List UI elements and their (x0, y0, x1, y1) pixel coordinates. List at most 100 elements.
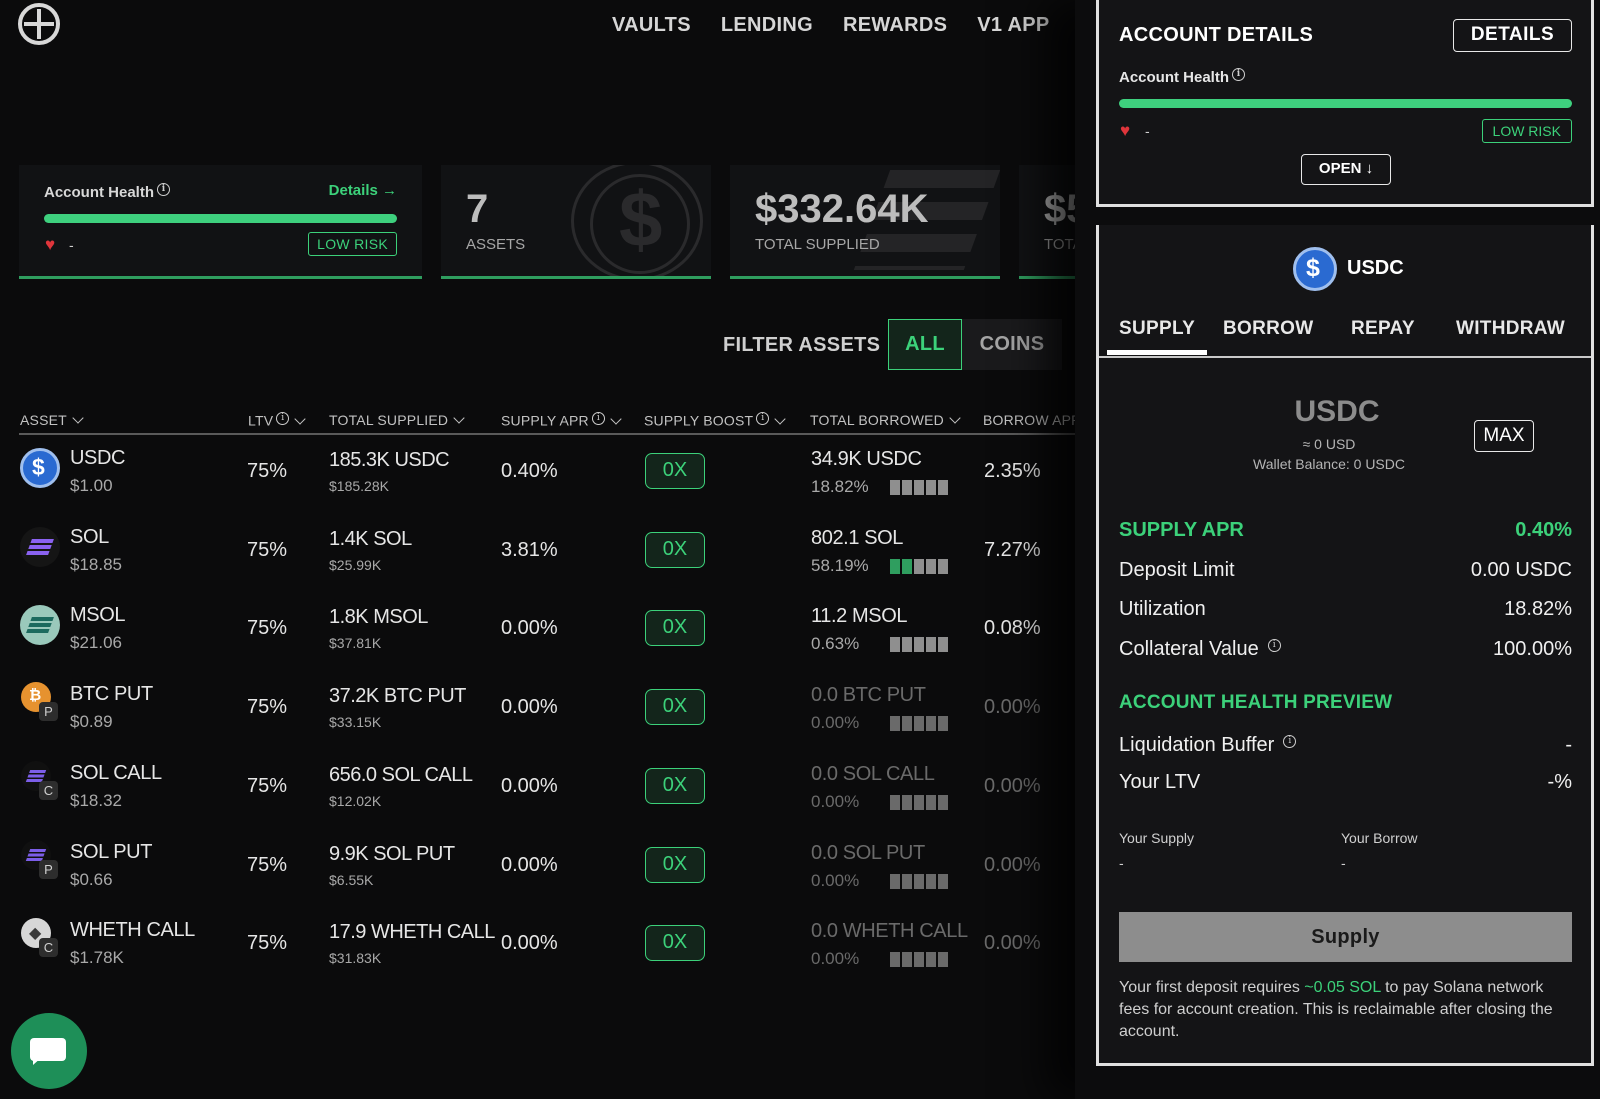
chevron-down-icon (610, 412, 622, 425)
tab-supply[interactable]: SUPPLY (1107, 318, 1208, 355)
table-header: ASSET LTV i TOTAL SUPPLIED SUPPLY APR i SU… (0, 412, 1081, 432)
total-borrowed-amount: 34.9K USDC (811, 448, 922, 470)
nav-lending[interactable]: LENDING (721, 14, 813, 37)
collateral-value-label: Collateral Value i (1119, 638, 1281, 661)
liquidation-buffer-value: - (1565, 734, 1572, 756)
health-value: - (1145, 123, 1150, 139)
supply-apr-value: 0.00% (501, 775, 558, 797)
utilization-segment (902, 795, 912, 810)
chevron-down-icon (949, 412, 961, 424)
utilization-bar (890, 952, 948, 967)
asset-name: SOL (70, 526, 109, 548)
health-bar (44, 214, 397, 223)
col-asset[interactable]: ASSET (20, 412, 84, 428)
ltv-value: 75% (247, 696, 288, 718)
table-row[interactable]: C SOL CALL $18.32 75% 656.0 SOL CALL $12.02K 0… (0, 752, 1075, 832)
asset-price: $1.00 (70, 476, 113, 495)
utilization-segment (914, 637, 924, 652)
utilization-segment (914, 874, 924, 889)
utilization-segment (926, 559, 936, 574)
top-nav: VAULTS LENDING REWARDS V1 APP DC (612, 14, 1109, 37)
utilization-label: Utilization (1119, 598, 1206, 620)
ltv-value: 75% (247, 539, 288, 561)
chat-icon[interactable] (11, 1013, 87, 1089)
table-row[interactable]: USDC $1.00 75% 185.3K USDC $185.28K 0.40% 0X 34… (0, 437, 1075, 517)
assets-label: ASSETS (466, 236, 526, 253)
utilization-segment (890, 716, 900, 731)
col-borrow-apr[interactable]: BORROW APR (983, 412, 1081, 428)
supply-apr-value: 3.81% (501, 539, 558, 561)
total-borrowed-amount: 0.0 WHETH CALL (811, 920, 968, 942)
total-supplied-usd: $12.02K (329, 793, 382, 809)
col-supply-boost[interactable]: SUPPLY BOOST i (644, 412, 786, 429)
total-supplied-usd: $37.81K (329, 635, 382, 651)
sol-icon (20, 527, 60, 567)
total-supplied-amount: 1.4K SOL (329, 528, 412, 550)
utilization-segment (938, 874, 948, 889)
tab-withdraw[interactable]: WITHDRAW (1456, 318, 1565, 340)
collateral-value-value: 100.00% (1493, 638, 1572, 660)
supply-boost-badge[interactable]: 0X (645, 689, 705, 725)
col-total-supplied[interactable]: TOTAL SUPPLIED (329, 412, 465, 428)
your-supply-label: Your Supply (1119, 830, 1194, 846)
tab-repay[interactable]: REPAY (1351, 318, 1415, 340)
col-supply-apr[interactable]: SUPPLY APR i (501, 412, 622, 429)
supply-boost-badge[interactable]: 0X (645, 768, 705, 804)
filter-coins-button[interactable]: COINS (962, 319, 1062, 370)
max-button[interactable]: MAX (1474, 420, 1534, 452)
total-supplied-usd: $25.99K (329, 557, 382, 573)
utilization-bar (890, 874, 948, 889)
supply-apr-row: SUPPLY APR 0.40% (1119, 519, 1572, 542)
table-header-divider (19, 433, 1075, 435)
liquidation-buffer-label-text: Liquidation Buffer (1119, 734, 1275, 756)
assets-card: 7 ASSETS (441, 165, 711, 279)
utilization-segment (938, 716, 948, 731)
utilization-segment (914, 480, 924, 495)
tab-borrow[interactable]: BORROW (1223, 318, 1313, 340)
nav-rewards[interactable]: REWARDS (843, 14, 947, 37)
health-bar (1119, 99, 1572, 108)
supply-button[interactable]: Supply (1119, 912, 1572, 962)
info-icon[interactable]: i (756, 412, 770, 425)
details-button[interactable]: DETAILS (1453, 19, 1572, 52)
table-row[interactable]: P BTC PUT $0.89 75% 37.2K BTC PUT $33.15K 0.00… (0, 673, 1075, 753)
col-total-borrowed[interactable]: TOTAL BORROWED (810, 412, 961, 428)
info-icon[interactable]: i (591, 412, 605, 425)
asset-name: SOL PUT (70, 841, 153, 863)
utilization-percent: 58.19% (811, 556, 869, 575)
col-ltv[interactable]: LTV i (248, 412, 306, 429)
info-icon[interactable]: i (1232, 68, 1246, 81)
msol-icon (20, 605, 60, 645)
total-borrowed-amount: 11.2 MSOL (811, 605, 908, 627)
info-icon[interactable]: i (157, 183, 171, 196)
table-row[interactable]: SOL $18.85 75% 1.4K SOL $25.99K 3.81% 0X 802.1 … (0, 516, 1075, 596)
chevron-down-icon (294, 412, 306, 425)
info-icon[interactable]: i (276, 412, 290, 425)
liquidation-buffer-label: Liquidation Buffer i (1119, 734, 1297, 757)
supply-boost-badge[interactable]: 0X (645, 532, 705, 568)
nav-vaults[interactable]: VAULTS (612, 14, 691, 37)
table-row[interactable]: C WHETH CALL $1.78K 75% 17.9 WHETH CALL $31.8… (0, 909, 1075, 989)
table-row[interactable]: P SOL PUT $0.66 75% 9.9K SOL PUT $6.55K 0.00% 0… (0, 831, 1075, 911)
logo-icon[interactable] (18, 3, 60, 45)
nav-v1-app[interactable]: V1 APP (977, 14, 1049, 37)
table-row[interactable]: MSOL $21.06 75% 1.8K MSOL $37.81K 0.00% 0X 11.2… (0, 594, 1075, 674)
supply-boost-badge[interactable]: 0X (645, 453, 705, 489)
info-icon[interactable]: i (1267, 639, 1281, 653)
your-ltv-value: -% (1547, 771, 1572, 793)
details-link[interactable]: Details → (329, 182, 397, 199)
open-button[interactable]: OPEN ↓ (1301, 154, 1391, 185)
info-icon[interactable]: i (1283, 735, 1297, 749)
filter-all-button[interactable]: ALL (888, 319, 962, 370)
supply-boost-badge[interactable]: 0X (645, 847, 705, 883)
utilization-segment (902, 716, 912, 731)
utilization-segment (938, 559, 948, 574)
deposit-limit-row: Deposit Limit 0.00 USDC (1119, 559, 1572, 582)
deposit-limit-value: 0.00 USDC (1470, 559, 1572, 581)
total-supplied-usd: $6.55K (329, 872, 374, 888)
supply-boost-badge[interactable]: 0X (645, 925, 705, 961)
supply-boost-badge[interactable]: 0X (645, 610, 705, 646)
collateral-value-label-text: Collateral Value (1119, 638, 1259, 660)
health-value: - (69, 237, 74, 253)
col-supply-apr-label: SUPPLY APR (501, 412, 589, 429)
